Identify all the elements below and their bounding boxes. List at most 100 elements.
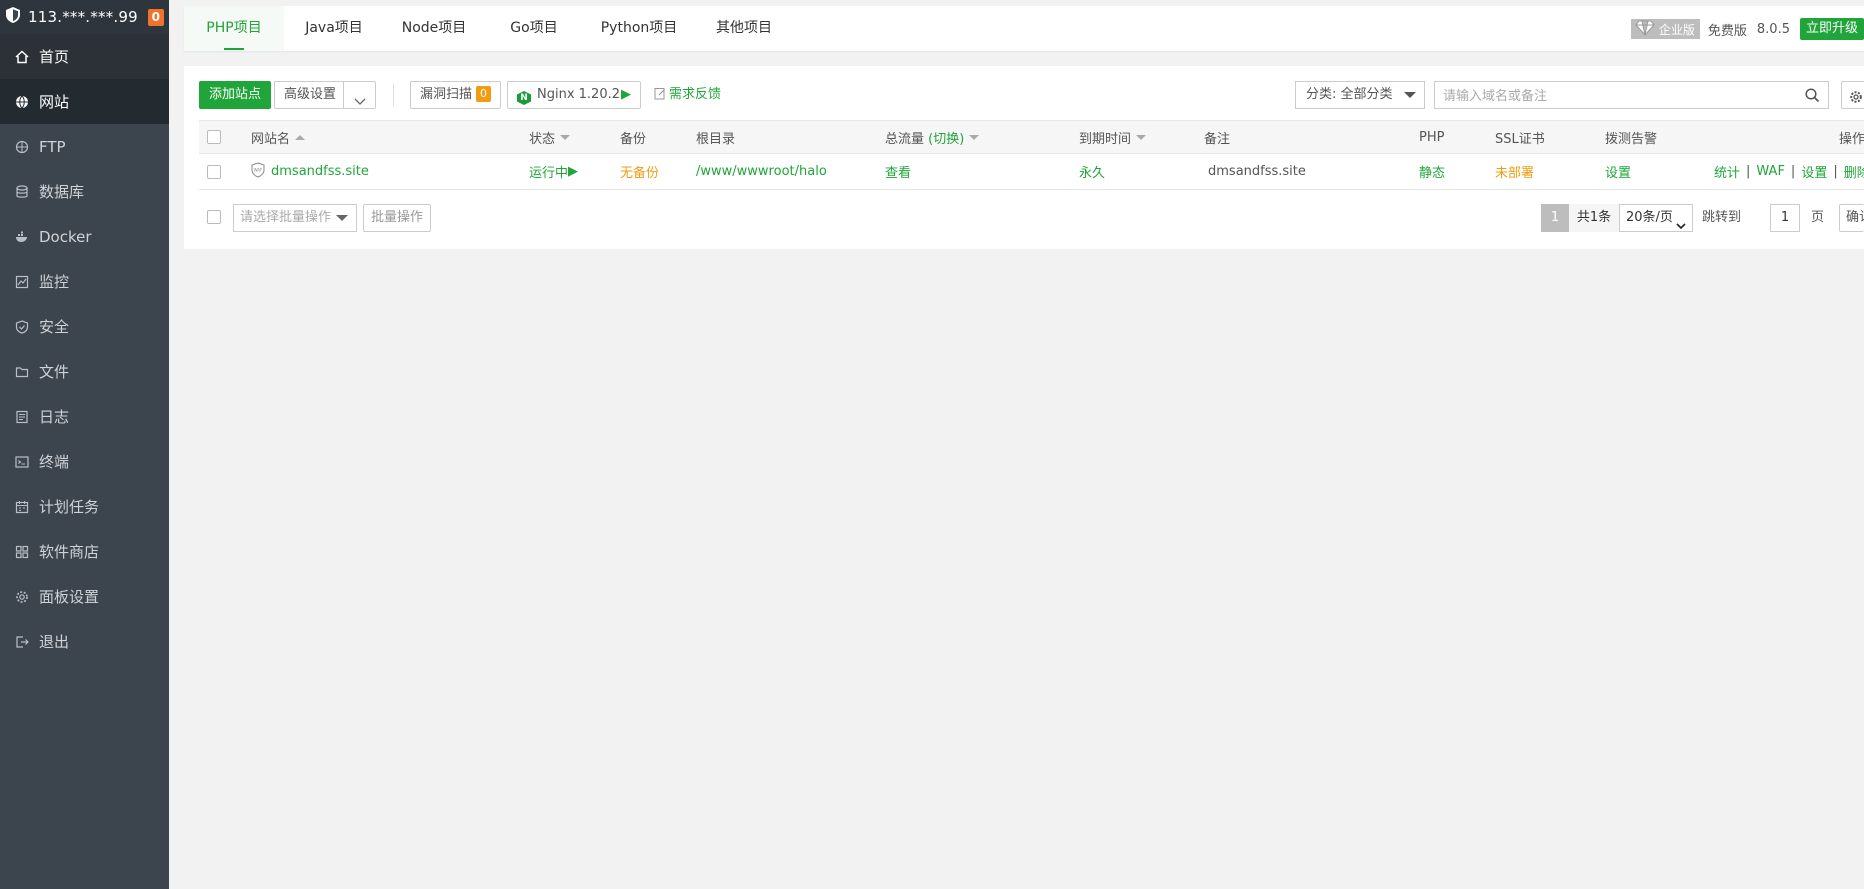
version-info: 企业版 免费版 8.0.5 立即升级 [1630, 18, 1864, 40]
enterprise-badge[interactable]: 企业版 [1630, 19, 1700, 39]
sidebar-item-home[interactable]: 首页 [0, 34, 169, 79]
free-edition-label: 免费版 [1707, 23, 1747, 39]
column-settings-button[interactable] [1841, 81, 1864, 109]
search-box [1434, 81, 1829, 110]
site-name-link[interactable]: dmsandfss.site [271, 164, 369, 179]
row-checkbox[interactable] [207, 164, 221, 179]
sidebar-item-label: 退出 [39, 633, 70, 651]
sort-desc-icon [560, 134, 571, 140]
monitor-icon [15, 275, 29, 289]
server-header[interactable]: 113.***.***.99 0 [0, 0, 169, 34]
tab-node[interactable]: Node项目 [384, 6, 484, 51]
site-monitor-link[interactable]: 设置 [1605, 154, 1631, 189]
table-row: WAF dmsandfss.site 运行中 ▶ 无备份 /www/wwwroot… [199, 154, 1864, 190]
col-name[interactable]: 网站名 [251, 121, 306, 153]
sidebar-item-logs[interactable]: 日志 [0, 394, 169, 439]
sidebar-item-database[interactable]: 数据库 [0, 169, 169, 214]
col-status-label: 状态 [529, 131, 556, 147]
site-traffic-link[interactable]: 查看 [885, 154, 911, 189]
site-status[interactable]: 运行中 ▶ [529, 154, 578, 189]
sidebar-item-label: 文件 [39, 363, 70, 381]
category-value: 分类: 全部分类 [1306, 87, 1393, 102]
server-ip: 113.***.***.99 [28, 8, 138, 26]
site-remark[interactable]: dmsandfss.site [1208, 154, 1306, 189]
batch-action-select[interactable]: 请选择批量操作 [233, 204, 357, 232]
site-name-cell: WAF dmsandfss.site [251, 154, 369, 189]
traffic-switch-link[interactable]: (切换) [928, 128, 964, 147]
sidebar-item-files[interactable]: 文件 [0, 349, 169, 394]
category-select[interactable]: 分类: 全部分类 [1295, 81, 1425, 109]
select-all-cell [207, 121, 221, 153]
col-expire[interactable]: 到期时间 [1079, 121, 1147, 153]
sidebar-item-security[interactable]: 安全 [0, 304, 169, 349]
select-all-checkbox[interactable] [207, 130, 221, 144]
logout-icon [15, 635, 29, 649]
vuln-scan-label: 漏洞扫描 [420, 87, 473, 102]
alert-count-badge[interactable]: 0 [147, 8, 164, 26]
waf-link[interactable]: WAF [1756, 164, 1785, 179]
delete-link[interactable]: 删除 [1844, 162, 1864, 181]
play-icon: ▶ [621, 87, 632, 102]
sidebar-item-label: 计划任务 [39, 498, 100, 516]
folder-icon [15, 365, 29, 379]
page-unit-label: 页 [1811, 210, 1825, 225]
tab-php[interactable]: PHP项目 [184, 6, 284, 51]
col-traffic[interactable]: 总流量 (切换) [885, 121, 980, 153]
caret-down-icon [336, 215, 348, 221]
footer-checkbox[interactable] [207, 210, 221, 224]
sidebar-item-label: 终端 [39, 453, 70, 471]
chevron-down-icon [1676, 214, 1686, 240]
site-ops: 统计 | WAF | 设置 | 删除 [1714, 154, 1864, 189]
col-name-label: 网站名 [251, 131, 291, 147]
search-input[interactable] [1435, 82, 1805, 110]
col-root: 根目录 [696, 131, 736, 147]
tab-java[interactable]: Java项目 [284, 6, 384, 51]
settings-link[interactable]: 设置 [1801, 162, 1827, 181]
apps-icon [15, 545, 29, 559]
sort-desc-icon [969, 134, 980, 140]
home-icon [15, 49, 29, 64]
sidebar-item-logout[interactable]: 退出 [0, 619, 169, 664]
sidebar-item-ftp[interactable]: FTP [0, 124, 169, 169]
page-1-button[interactable]: 1 [1541, 204, 1569, 232]
sidebar-item-label: Docker [39, 227, 92, 246]
sidebar-item-label: 数据库 [39, 183, 85, 201]
add-site-button[interactable]: 添加站点 [199, 81, 272, 109]
site-root-link[interactable]: /www/wwwroot/halo [696, 154, 827, 189]
docker-icon [15, 230, 29, 244]
version-number[interactable]: 8.0.5 [1757, 22, 1790, 37]
vuln-scan-button[interactable]: 漏洞扫描 0 [410, 81, 502, 109]
tab-go[interactable]: Go项目 [484, 6, 584, 51]
site-expire-link[interactable]: 永久 [1079, 154, 1105, 189]
sidebar-item-docker[interactable]: Docker [0, 214, 169, 259]
upgrade-button[interactable]: 立即升级 [1799, 18, 1864, 40]
batch-action-button[interactable]: 批量操作 [363, 204, 432, 232]
sidebar-item-cron[interactable]: 计划任务 [0, 484, 169, 529]
ops-separator: | [1833, 164, 1838, 179]
sidebar-item-label: 面板设置 [39, 588, 100, 606]
stats-link[interactable]: 统计 [1714, 162, 1740, 181]
sidebar-item-store[interactable]: 软件商店 [0, 529, 169, 574]
sidebar-item-website[interactable]: 网站 [0, 79, 169, 124]
advanced-settings-button[interactable]: 高级设置 [274, 81, 347, 109]
sidebar-item-monitor[interactable]: 监控 [0, 259, 169, 304]
search-icon[interactable] [1805, 88, 1820, 106]
site-php-link[interactable]: 静态 [1419, 154, 1445, 189]
tab-python[interactable]: Python项目 [584, 6, 694, 51]
project-tabs-bar: PHP项目 Java项目 Node项目 Go项目 Python项目 其他项目 企… [184, 6, 1864, 51]
sidebar-item-settings[interactable]: 面板设置 [0, 574, 169, 619]
col-remark: 备注 [1204, 131, 1231, 147]
col-status[interactable]: 状态 [529, 121, 571, 153]
col-traffic-label: 总流量 [885, 131, 925, 147]
feedback-link[interactable]: 需求反馈 [654, 81, 721, 109]
site-ssl-link[interactable]: 未部署 [1495, 154, 1534, 189]
jump-confirm-button[interactable]: 确认 [1839, 204, 1864, 232]
jump-page-input[interactable]: 1 [1770, 204, 1800, 232]
tab-other[interactable]: 其他项目 [694, 6, 794, 51]
nginx-button[interactable]: N Nginx 1.20.2▶ [507, 81, 642, 109]
site-backup-link[interactable]: 无备份 [620, 154, 659, 189]
advanced-dropdown-toggle[interactable] [343, 81, 376, 109]
play-icon: ▶ [568, 164, 579, 179]
sidebar-item-terminal[interactable]: 终端 [0, 439, 169, 484]
page-size-select[interactable]: 20条/页 [1619, 204, 1693, 232]
